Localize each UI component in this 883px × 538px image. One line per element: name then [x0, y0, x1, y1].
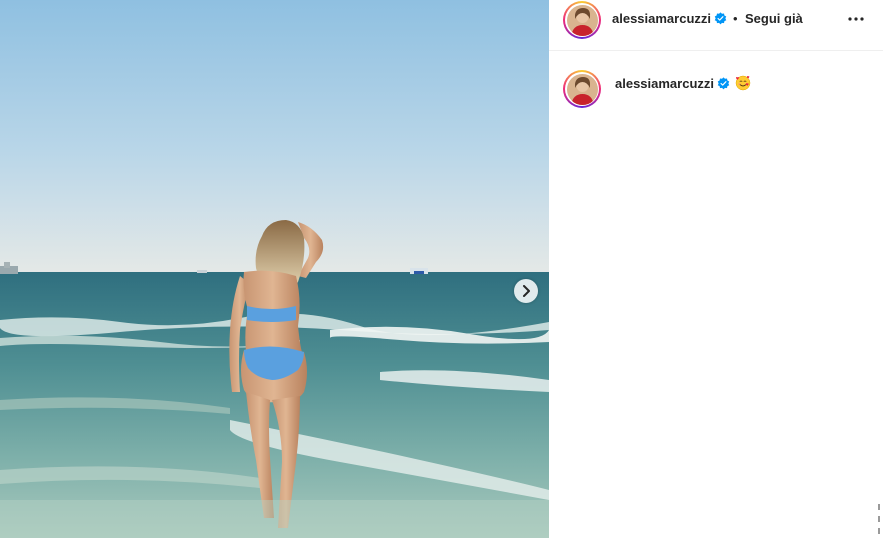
more-options-button[interactable]: [846, 9, 866, 29]
instagram-post-view: alessiamarcuzzi • Segui già alessiamarcu…: [0, 0, 883, 538]
avatar[interactable]: [563, 1, 601, 39]
following-button[interactable]: Segui già: [745, 11, 803, 26]
beach-photo: [0, 0, 549, 538]
chevron-right-icon: [523, 285, 530, 297]
profile-photo: [566, 73, 598, 105]
more-options-icon: [848, 17, 864, 21]
caption-username-link[interactable]: alessiamarcuzzi: [615, 76, 714, 91]
smiling-face-with-hearts-icon: [735, 75, 751, 91]
separator-dot: •: [733, 11, 738, 26]
next-photo-button[interactable]: [514, 279, 538, 303]
caption-avatar[interactable]: [563, 70, 601, 108]
profile-photo: [566, 4, 598, 36]
username-link[interactable]: alessiamarcuzzi: [612, 11, 711, 26]
post-sidebar: alessiamarcuzzi • Segui già alessiamarcu…: [549, 0, 883, 538]
scrollbar-indicator[interactable]: [877, 504, 881, 534]
verified-badge-icon: [717, 77, 730, 90]
post-photo[interactable]: [0, 0, 549, 538]
post-header: alessiamarcuzzi • Segui già: [549, 0, 883, 51]
verified-badge-icon: [714, 12, 727, 25]
